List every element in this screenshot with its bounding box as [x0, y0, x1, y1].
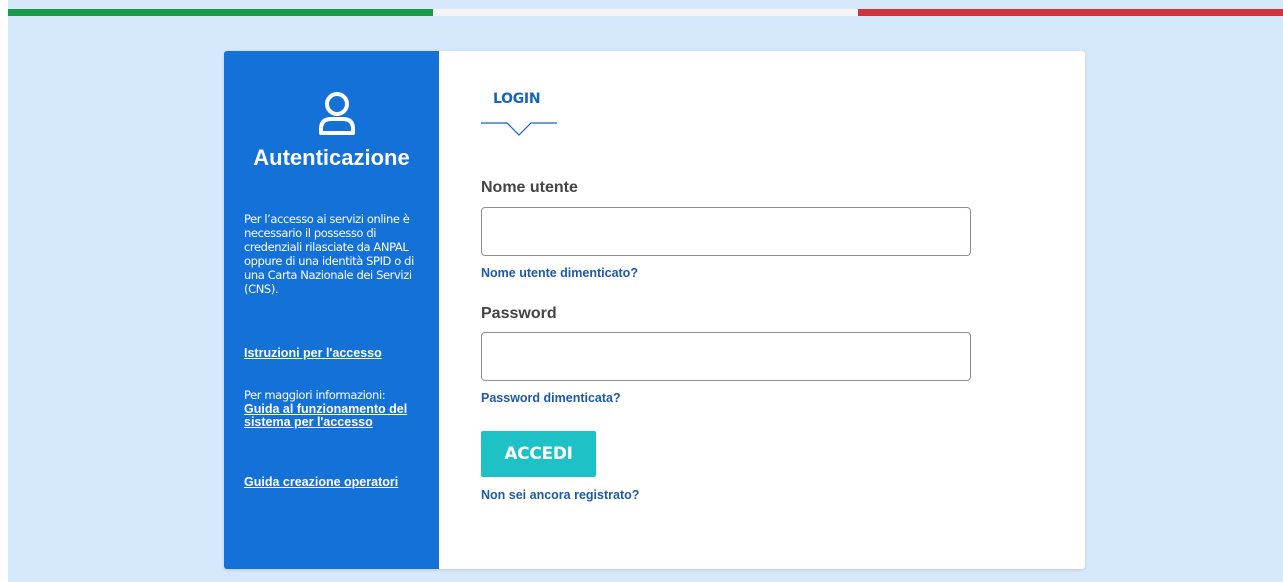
sidebar-title: Autenticazione: [253, 145, 410, 170]
username-input[interactable]: [481, 207, 971, 256]
tab-login[interactable]: LOGIN: [493, 91, 541, 107]
login-card: Autenticazione Per l’accesso ai servizi …: [224, 51, 1085, 569]
forgot-password-link[interactable]: Password dimenticata?: [481, 391, 621, 405]
tab-active-indicator: [481, 122, 557, 136]
password-input[interactable]: [481, 332, 971, 381]
italian-flag-bar: [8, 9, 1283, 16]
sidebar-description: Per l’accesso ai servizi online è necess…: [244, 212, 414, 296]
guide-link[interactable]: Guida al funzionamento del sistema per l…: [244, 403, 419, 429]
register-link[interactable]: Non sei ancora registrato?: [481, 488, 639, 502]
flag-white-stripe: [433, 9, 858, 16]
flag-red-stripe: [858, 9, 1283, 16]
more-info-label: Per maggiori informazioni:: [244, 388, 386, 402]
flag-green-stripe: [8, 9, 433, 16]
more-info-block: Per maggiori informazioni:: [244, 389, 424, 402]
auth-sidebar: Autenticazione Per l’accesso ai servizi …: [224, 51, 439, 569]
forgot-username-link[interactable]: Nome utente dimenticato?: [481, 266, 638, 280]
user-icon: [319, 92, 355, 135]
username-label: Nome utente: [481, 179, 578, 196]
login-form-panel: LOGIN Nome utente Nome utente dimenticat…: [439, 51, 1085, 569]
password-label: Password: [481, 305, 557, 322]
operators-guide-link[interactable]: Guida creazione operatori: [244, 476, 419, 489]
instructions-link[interactable]: Istruzioni per l'accesso: [244, 347, 419, 360]
accedi-button[interactable]: ACCEDI: [481, 431, 596, 477]
